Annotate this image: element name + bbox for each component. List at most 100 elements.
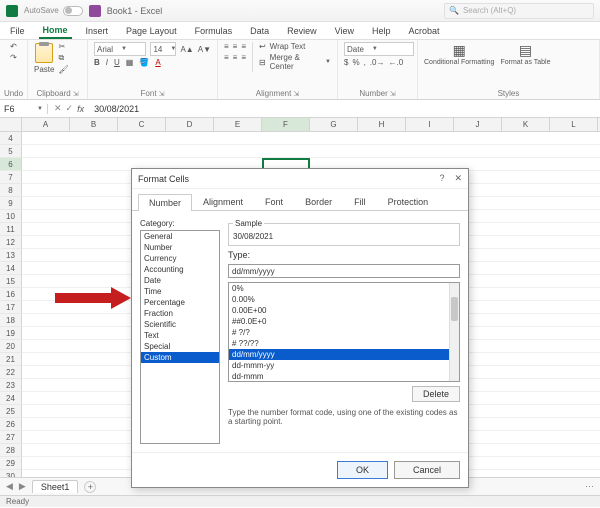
column-header[interactable]: F [262, 118, 310, 131]
category-list[interactable]: GeneralNumberCurrencyAccountingDateTimeP… [140, 230, 220, 444]
type-input[interactable]: dd/mm/yyyy [228, 264, 460, 278]
row-header[interactable]: 11 [0, 223, 22, 236]
ribbon-tab-home[interactable]: Home [39, 23, 72, 39]
row-header[interactable]: 7 [0, 171, 22, 184]
formula-input[interactable]: 30/08/2021 [90, 104, 600, 114]
row-header[interactable]: 17 [0, 301, 22, 314]
column-header[interactable]: L [550, 118, 598, 131]
border-icon[interactable]: ▦ [126, 58, 134, 67]
row-header[interactable]: 27 [0, 431, 22, 444]
category-item[interactable]: General [141, 231, 219, 242]
category-item[interactable]: Number [141, 242, 219, 253]
font-name-select[interactable]: Arial▼ [94, 42, 146, 56]
underline-icon[interactable]: U [114, 58, 120, 67]
column-header[interactable]: I [406, 118, 454, 131]
row-header[interactable]: 24 [0, 392, 22, 405]
row-header[interactable]: 9 [0, 197, 22, 210]
dialog-title-bar[interactable]: Format Cells ? ✕ [132, 169, 468, 189]
column-header[interactable]: B [70, 118, 118, 131]
align-top-icon[interactable]: ≡ [224, 42, 229, 51]
italic-icon[interactable]: I [106, 58, 108, 67]
type-item[interactable]: # ??/?? [229, 338, 459, 349]
toggle-off-icon[interactable] [63, 6, 83, 16]
sheet-scroll-icon[interactable]: ⋯ [585, 481, 594, 492]
decrease-font-icon[interactable]: A▼ [198, 45, 211, 54]
row-header[interactable]: 14 [0, 262, 22, 275]
type-item[interactable]: 0.00% [229, 294, 459, 305]
row-header[interactable]: 12 [0, 236, 22, 249]
align-center-icon[interactable]: ≡ [233, 53, 238, 62]
category-item[interactable]: Special [141, 341, 219, 352]
percent-icon[interactable]: % [352, 58, 359, 67]
comma-icon[interactable]: , [364, 58, 366, 67]
row-header[interactable]: 8 [0, 184, 22, 197]
ribbon-tab-insert[interactable]: Insert [82, 24, 113, 38]
category-item[interactable]: Currency [141, 253, 219, 264]
ribbon-tab-help[interactable]: Help [368, 24, 395, 38]
merge-center-button[interactable]: ⊟Merge & Center▼ [259, 53, 331, 71]
copy-icon[interactable]: ⧉ [58, 53, 68, 63]
column-header[interactable]: H [358, 118, 406, 131]
row-header[interactable]: 20 [0, 340, 22, 353]
row-header[interactable]: 23 [0, 379, 22, 392]
type-item[interactable]: # ?/? [229, 327, 459, 338]
row-header[interactable]: 21 [0, 353, 22, 366]
format-as-table-button[interactable]: ▤ Format as Table [500, 42, 550, 66]
category-item[interactable]: Date [141, 275, 219, 286]
category-item[interactable]: Text [141, 330, 219, 341]
category-item[interactable]: Accounting [141, 264, 219, 275]
type-item[interactable]: dd/mm/yyyy [229, 349, 459, 360]
sheet-tab[interactable]: Sheet1 [32, 480, 79, 493]
type-item[interactable]: dd-mmm [229, 371, 459, 382]
font-color-icon[interactable]: A [155, 58, 160, 67]
dialog-tab-protection[interactable]: Protection [377, 193, 440, 210]
column-header[interactable]: E [214, 118, 262, 131]
category-item[interactable]: Percentage [141, 297, 219, 308]
sheet-nav-prev-icon[interactable]: ◀ [6, 481, 13, 492]
column-header[interactable]: J [454, 118, 502, 131]
sheet-nav-next-icon[interactable]: ▶ [19, 481, 26, 492]
close-icon[interactable]: ✕ [454, 173, 462, 184]
clipboard-launcher-icon[interactable]: ⇲ [73, 90, 79, 98]
column-header[interactable]: G [310, 118, 358, 131]
row-header[interactable]: 16 [0, 288, 22, 301]
conditional-formatting-button[interactable]: ▦ Conditional Formatting [424, 42, 494, 66]
ribbon-tab-formulas[interactable]: Formulas [191, 24, 237, 38]
ribbon-tab-review[interactable]: Review [283, 24, 321, 38]
undo-icon[interactable]: ↶ [10, 42, 17, 51]
row-header[interactable]: 15 [0, 275, 22, 288]
dialog-tab-number[interactable]: Number [138, 194, 192, 211]
font-launcher-icon[interactable]: ⇲ [159, 90, 165, 98]
row-header[interactable]: 25 [0, 405, 22, 418]
select-all-corner[interactable] [0, 118, 22, 131]
row-header[interactable]: 19 [0, 327, 22, 340]
scroll-thumb[interactable] [451, 297, 458, 321]
cancel-formula-icon[interactable]: ✕ [54, 103, 62, 114]
number-format-select[interactable]: Date▼ [344, 42, 414, 56]
dialog-tab-font[interactable]: Font [254, 193, 294, 210]
cut-icon[interactable]: ✂ [58, 42, 68, 51]
alignment-launcher-icon[interactable]: ⇲ [293, 90, 299, 98]
number-launcher-icon[interactable]: ⇲ [390, 90, 396, 98]
fx-icon[interactable]: fx [77, 104, 84, 114]
category-item[interactable]: Custom [141, 352, 219, 363]
category-item[interactable]: Scientific [141, 319, 219, 330]
row-header[interactable]: 13 [0, 249, 22, 262]
column-header[interactable]: C [118, 118, 166, 131]
type-list[interactable]: 0%0.00%0.00E+00##0.0E+0# ?/?# ??/??dd/mm… [228, 282, 460, 382]
type-item[interactable]: dd-mmm-yy [229, 360, 459, 371]
ok-button[interactable]: OK [337, 461, 388, 479]
row-cells[interactable] [22, 145, 600, 158]
delete-button[interactable]: Delete [412, 386, 460, 402]
increase-font-icon[interactable]: A▲ [180, 45, 193, 54]
name-box[interactable]: F6▼ [0, 104, 48, 114]
align-bottom-icon[interactable]: ≡ [241, 42, 246, 51]
category-item[interactable]: Time [141, 286, 219, 297]
ribbon-tab-file[interactable]: File [6, 24, 29, 38]
row-header[interactable]: 5 [0, 145, 22, 158]
row-header[interactable]: 18 [0, 314, 22, 327]
save-icon[interactable] [89, 5, 101, 17]
dialog-tab-fill[interactable]: Fill [343, 193, 377, 210]
paste-button[interactable]: Paste [34, 43, 54, 74]
scrollbar[interactable] [449, 283, 459, 381]
